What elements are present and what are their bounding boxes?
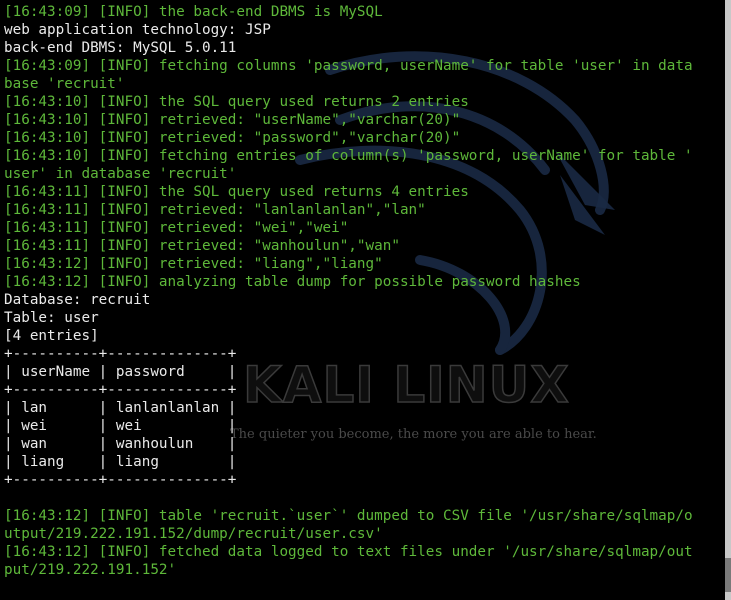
terminal-line: [16:43:10] [INFO] retrieved: "userName",… bbox=[4, 112, 461, 128]
terminal-line: [16:43:11] [INFO] retrieved: "lanlanlanl… bbox=[4, 202, 426, 218]
terminal-line: | lan | lanlanlanlan | bbox=[4, 400, 237, 416]
terminal-line: Table: user bbox=[4, 310, 99, 326]
scrollbar-thumb[interactable] bbox=[725, 558, 731, 592]
terminal-line: [16:43:12] [INFO] table 'recruit.`user`'… bbox=[4, 508, 693, 524]
terminal-line: web application technology: JSP bbox=[4, 22, 271, 38]
terminal-line: [16:43:11] [INFO] retrieved: "wei","wei" bbox=[4, 220, 349, 236]
terminal-line: base 'recruit' bbox=[4, 76, 125, 92]
terminal-line: [4 entries] bbox=[4, 328, 99, 344]
terminal-line: | liang | liang | bbox=[4, 454, 237, 470]
terminal-output[interactable]: [16:43:09] [INFO] the back-end DBMS is M… bbox=[4, 3, 693, 579]
terminal-line: Database: recruit bbox=[4, 292, 151, 308]
terminal-line: [16:43:12] [INFO] fetched data logged to… bbox=[4, 544, 693, 560]
terminal-line: | wei | wei | bbox=[4, 418, 237, 434]
terminal-line: [16:43:11] [INFO] retrieved: "wanhoulun"… bbox=[4, 238, 400, 254]
terminal-line: [16:43:10] [INFO] the SQL query used ret… bbox=[4, 94, 469, 110]
terminal-line: [16:43:09] [INFO] the back-end DBMS is M… bbox=[4, 4, 383, 20]
terminal-line: +----------+--------------+ bbox=[4, 346, 237, 362]
terminal-window[interactable]: KALI LINUX The quieter you become, the m… bbox=[0, 0, 731, 600]
terminal-line: [16:43:11] [INFO] the SQL query used ret… bbox=[4, 184, 469, 200]
terminal-line: | wan | wanhoulun | bbox=[4, 436, 237, 452]
terminal-line: user' in database 'recruit' bbox=[4, 166, 237, 182]
terminal-line: utput/219.222.191.152/dump/recruit/user.… bbox=[4, 526, 383, 542]
terminal-line: [16:43:12] [INFO] analyzing table dump f… bbox=[4, 274, 581, 290]
terminal-line: [16:43:10] [INFO] fetching entries of co… bbox=[4, 148, 693, 164]
scrollbar[interactable] bbox=[725, 0, 731, 600]
terminal-line: +----------+--------------+ bbox=[4, 382, 237, 398]
terminal-line: put/219.222.191.152' bbox=[4, 562, 177, 578]
terminal-line: [16:43:12] [INFO] retrieved: "liang","li… bbox=[4, 256, 383, 272]
terminal-line: | userName | password | bbox=[4, 364, 237, 380]
terminal-line: [16:43:09] [INFO] fetching columns 'pass… bbox=[4, 58, 693, 74]
terminal-line: [16:43:10] [INFO] retrieved: "password",… bbox=[4, 130, 461, 146]
terminal-line: back-end DBMS: MySQL 5.0.11 bbox=[4, 40, 237, 56]
terminal-line: +----------+--------------+ bbox=[4, 472, 237, 488]
